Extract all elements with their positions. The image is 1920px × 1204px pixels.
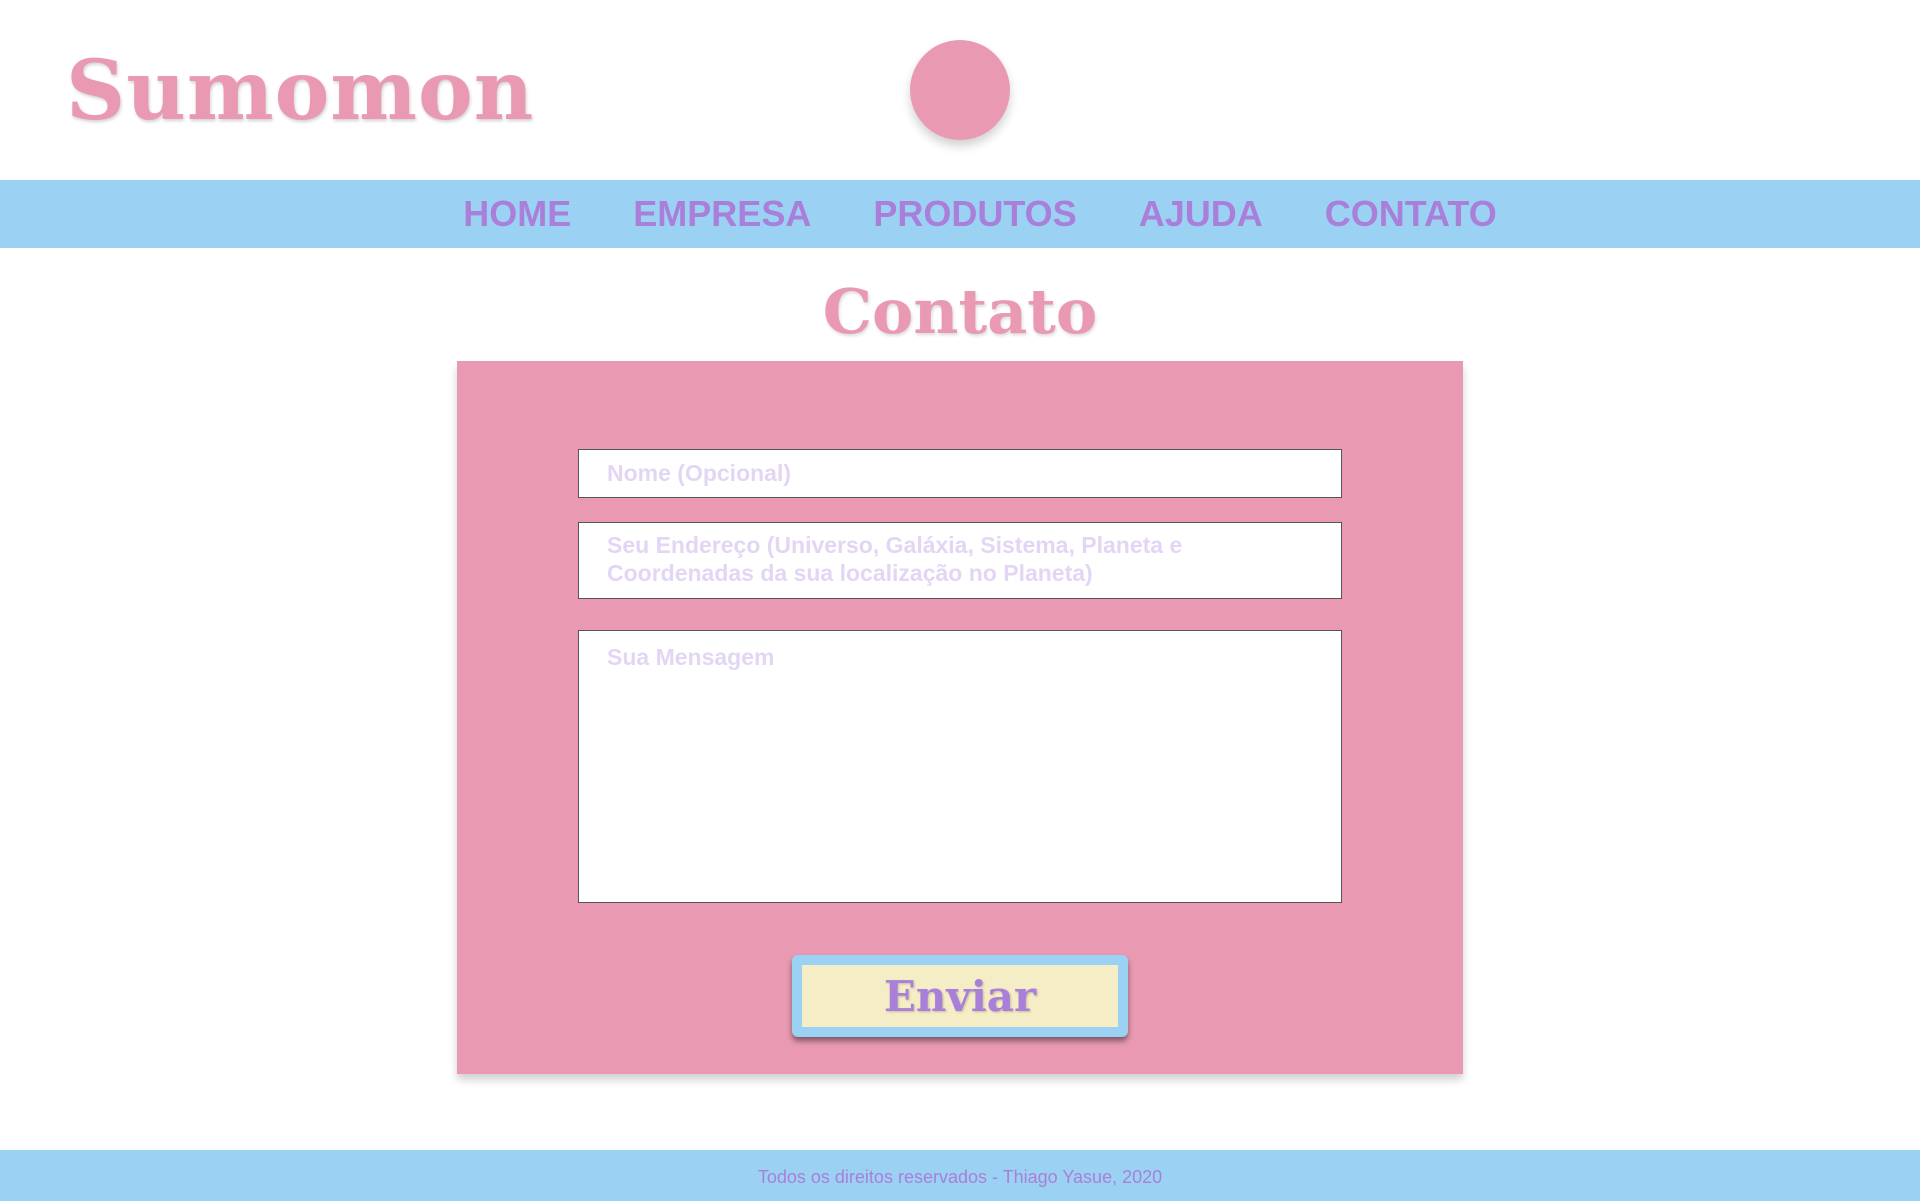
address-input[interactable] — [578, 522, 1342, 599]
site-header: Sumomon — [0, 0, 1920, 180]
site-logo[interactable]: Sumomon — [66, 44, 534, 138]
main-nav: HOME EMPRESA PRODUTOS AJUDA CONTATO — [0, 180, 1920, 248]
nav-item-ajuda[interactable]: AJUDA — [1139, 193, 1263, 235]
nav-item-home[interactable]: HOME — [463, 193, 571, 235]
name-input[interactable] — [578, 449, 1342, 498]
contact-form: Enviar — [457, 361, 1463, 1074]
page-title: Contato — [822, 275, 1098, 348]
moon-icon — [910, 40, 1010, 140]
nav-item-empresa[interactable]: EMPRESA — [633, 193, 811, 235]
message-input[interactable] — [578, 630, 1342, 903]
site-footer: Todos os direitos reservados - Thiago Ya… — [0, 1150, 1920, 1201]
nav-item-contato[interactable]: CONTATO — [1325, 193, 1497, 235]
nav-item-produtos[interactable]: PRODUTOS — [873, 193, 1076, 235]
send-button[interactable]: Enviar — [792, 955, 1128, 1037]
